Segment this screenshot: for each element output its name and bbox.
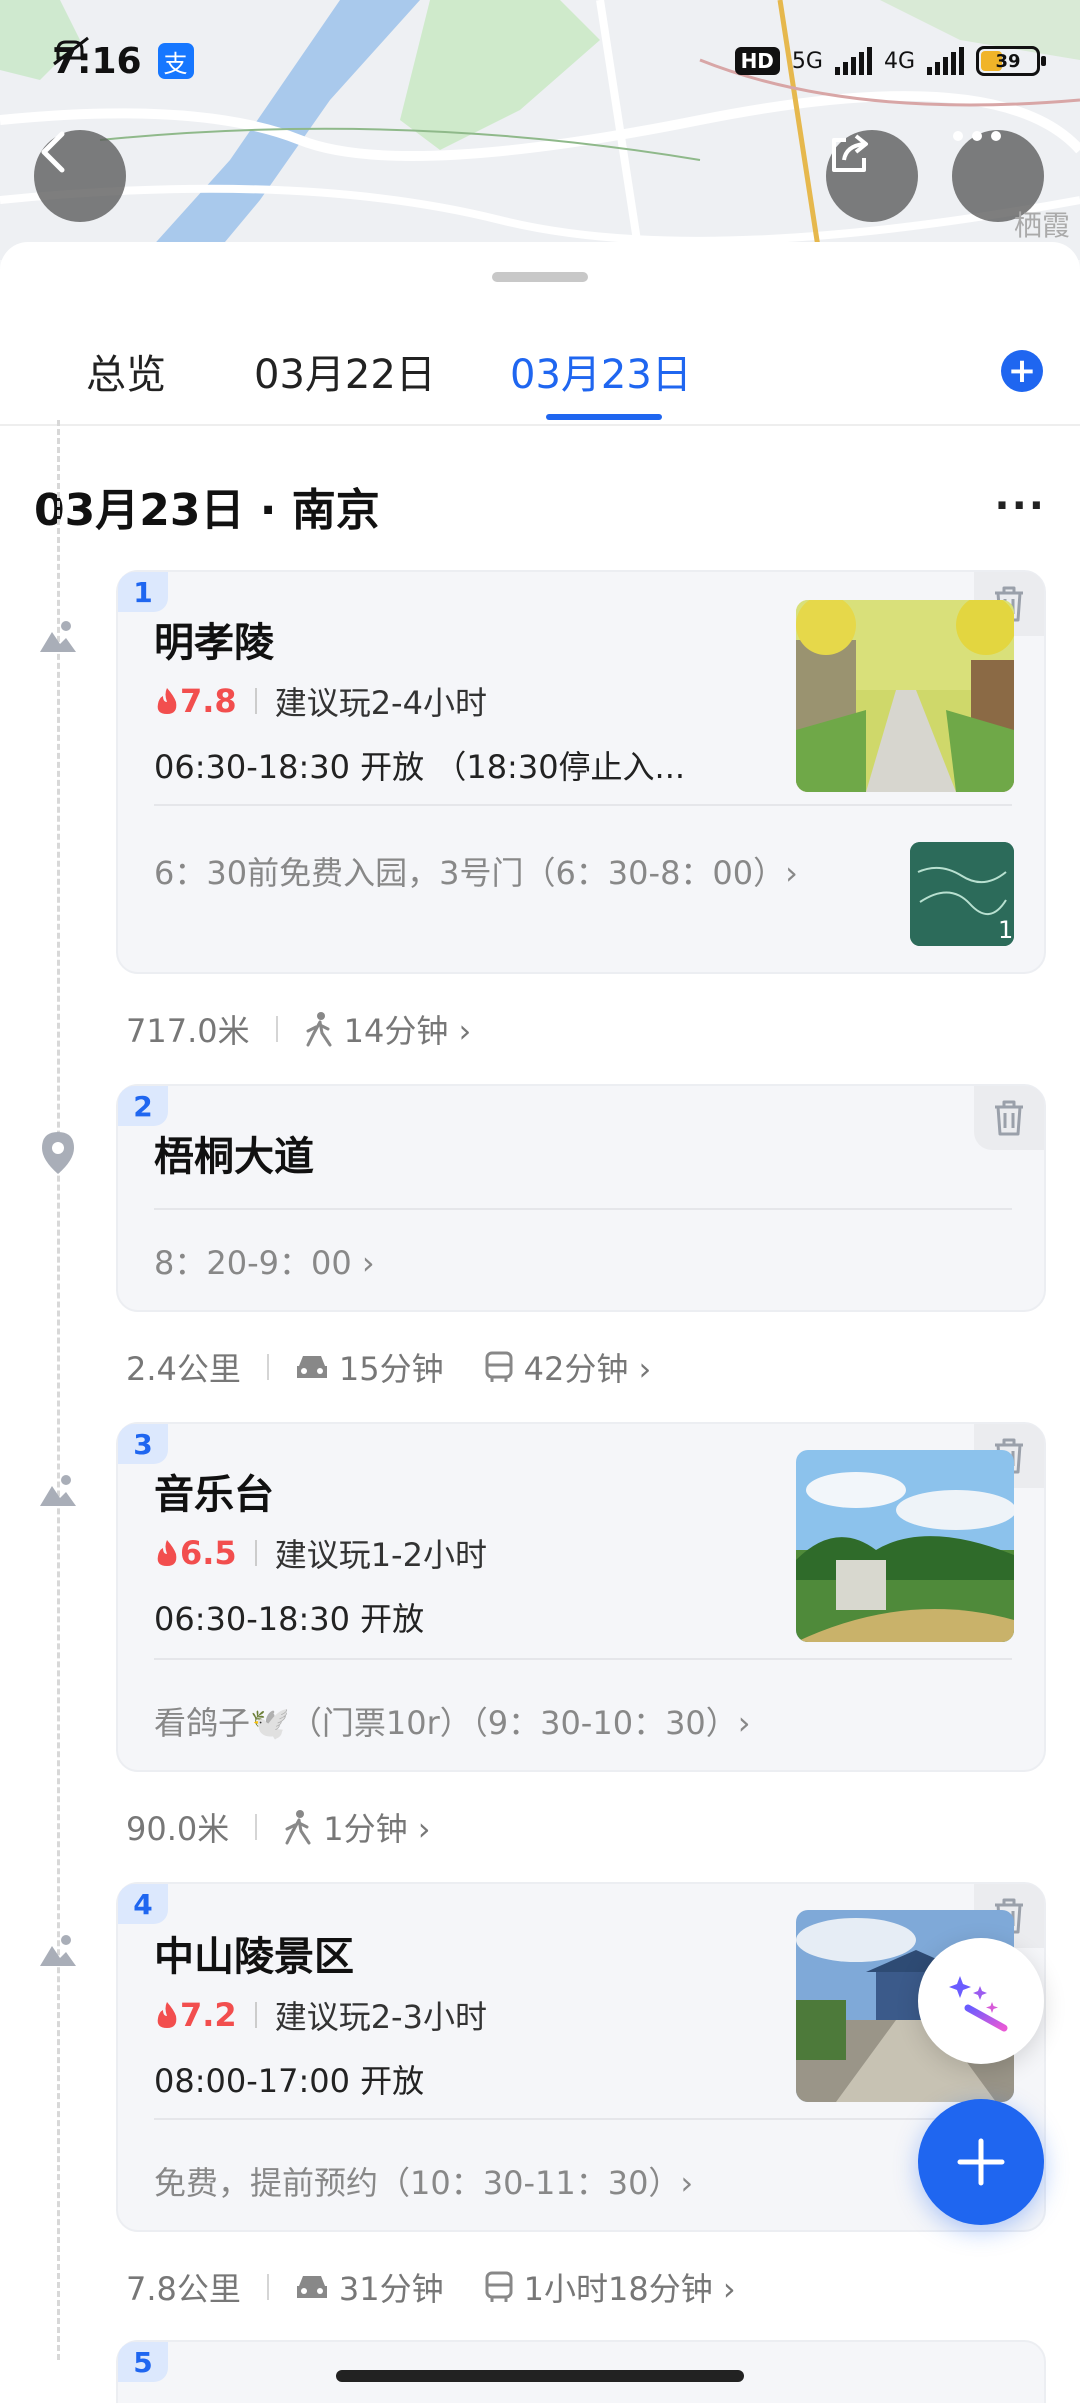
- scenery-icon: [40, 621, 76, 652]
- timeline-line: [57, 420, 60, 2360]
- poi-score: 7.8: [154, 682, 237, 720]
- net-5g-label: 5G: [791, 48, 823, 74]
- travel-bus-time: 1小时18分钟 ›: [523, 2270, 736, 2308]
- active-tab-indicator: [546, 414, 662, 420]
- ai-magic-button[interactable]: [918, 1938, 1044, 2064]
- poi-name: 明孝陵: [154, 620, 274, 666]
- poi-note[interactable]: 免费，提前预约（10：30-11：30）›: [154, 2158, 693, 2204]
- home-indicator[interactable]: [336, 2370, 744, 2382]
- note-image[interactable]: 1: [910, 842, 1014, 946]
- day-header: 03月23日 · 南京 ···: [34, 474, 1046, 538]
- travel-segment[interactable]: 2.4公里 15分钟 42分钟 ›: [126, 1344, 651, 1390]
- chevron-left-icon: [41, 131, 65, 173]
- poi-meta: 6.5 建议玩1-2小时: [154, 1530, 487, 1576]
- magic-wand-icon: [949, 1976, 1008, 2032]
- battery-icon: 39: [976, 46, 1046, 76]
- poi-photo[interactable]: [796, 600, 1014, 792]
- travel-walk-time: 14分钟 ›: [343, 1012, 472, 1050]
- poi-score: 7.2: [154, 1996, 237, 2034]
- travel-distance: 717.0米: [126, 1012, 250, 1050]
- travel-segment[interactable]: 7.8公里 31分钟 1小时18分钟 ›: [126, 2264, 736, 2310]
- signal-icon: [834, 47, 872, 75]
- mute-icon: [53, 36, 89, 66]
- travel-distance: 90.0米: [126, 1810, 230, 1848]
- tab-day-0322[interactable]: 03月22日: [254, 342, 436, 400]
- fire-icon: [157, 688, 177, 714]
- travel-distance: 2.4公里: [126, 1350, 241, 1388]
- poi-suggest: 建议玩2-4小时: [274, 684, 487, 722]
- travel-distance: 7.8公里: [126, 2270, 241, 2308]
- bus-icon: [485, 2271, 513, 2302]
- poi-note[interactable]: 8：20-9：00 ›: [154, 1238, 375, 1284]
- plus-icon: [957, 2138, 1005, 2186]
- poi-meta: 7.8 建议玩2-4小时: [154, 678, 487, 724]
- poi-note[interactable]: 6：30前免费入园，3号门（6：30-8：00）›: [154, 848, 798, 894]
- travel-segment[interactable]: 717.0米 14分钟 ›: [126, 1006, 471, 1052]
- back-button[interactable]: [34, 130, 126, 222]
- status-bar: 7:16 支 HD 5G 4G 39: [52, 36, 1046, 86]
- poi-score: 6.5: [154, 1534, 237, 1572]
- more-dots-icon: [953, 131, 1001, 141]
- plus-icon: +: [1007, 351, 1037, 391]
- poi-hours: 06:30-18:30 开放: [154, 1600, 425, 1638]
- poi-index-badge: 5: [118, 2342, 168, 2382]
- scenery-icon: [40, 1935, 76, 1966]
- poi-index-badge: 1: [118, 572, 168, 612]
- tab-overview[interactable]: 总览: [86, 342, 166, 400]
- poi-suggest: 建议玩1-2小时: [274, 1536, 487, 1574]
- poi-photo[interactable]: [796, 1450, 1014, 1642]
- poi-card[interactable]: 1 明孝陵 7.8 建议玩2-4小时 06:30-18:30 开放 （18:30…: [116, 570, 1046, 974]
- poi-card[interactable]: 3 音乐台 6.5 建议玩1-2小时 06:30-18:30 开放 看鸽子🕊️（…: [116, 1422, 1046, 1772]
- day-more-button[interactable]: ···: [994, 483, 1046, 529]
- poi-name: 音乐台: [154, 1472, 274, 1518]
- walk-icon: [306, 1012, 332, 1047]
- day-tabs: 总览 03月22日 03月23日: [0, 342, 1080, 426]
- hd-icon: HD: [734, 47, 780, 75]
- scenery-icon: [40, 1475, 76, 1506]
- alipay-badge-icon: 支: [157, 43, 194, 79]
- fire-icon: [157, 2002, 177, 2028]
- travel-segment[interactable]: 90.0米 1分钟 ›: [126, 1804, 431, 1850]
- map-view[interactable]: 7:16 支 HD 5G 4G 39 栖霞: [0, 0, 1080, 260]
- travel-drive-time: 15分钟: [338, 1350, 444, 1388]
- poi-note[interactable]: 看鸽子🕊️（门票10r）（9：30-10：30）›: [154, 1698, 751, 1744]
- delete-poi-button[interactable]: [974, 1086, 1044, 1150]
- travel-bus-time: 42分钟 ›: [523, 1350, 652, 1388]
- fire-icon: [157, 1540, 177, 1566]
- walk-icon: [285, 1810, 311, 1845]
- car-icon: [296, 2276, 327, 2298]
- poi-meta: 7.2 建议玩2-3小时: [154, 1992, 487, 2038]
- poi-name: 梧桐大道: [154, 1134, 314, 1180]
- poi-score-value: 7.2: [180, 1996, 237, 2034]
- note-image-count: 1: [998, 916, 1013, 944]
- poi-hours: 06:30-18:30 开放 （18:30停止入...: [154, 748, 686, 786]
- share-button[interactable]: [826, 130, 918, 222]
- poi-index-badge: 4: [118, 1884, 168, 1924]
- travel-drive-time: 31分钟: [338, 2270, 444, 2308]
- signal-icon-2: [927, 47, 964, 75]
- day-title: 03月23日 · 南京: [34, 485, 380, 536]
- location-pin-icon: [42, 1132, 74, 1174]
- tab-day-0323[interactable]: 03月23日: [510, 342, 692, 400]
- share-icon: [832, 134, 868, 172]
- poi-score-value: 6.5: [180, 1534, 237, 1572]
- car-icon: [296, 1356, 327, 1378]
- poi-index-badge: 2: [118, 1086, 168, 1126]
- poi-index-badge: 3: [118, 1424, 168, 1464]
- sheet-drag-handle[interactable]: [492, 272, 588, 282]
- poi-score-value: 7.8: [180, 682, 237, 720]
- trash-icon: [995, 1100, 1023, 1136]
- poi-hours: 08:00-17:00 开放: [154, 2062, 425, 2100]
- poi-card[interactable]: 2 梧桐大道 8：20-9：00 ›: [116, 1084, 1046, 1312]
- add-poi-button[interactable]: [918, 2099, 1044, 2225]
- add-day-button[interactable]: +: [1001, 350, 1043, 392]
- battery-level: 39: [995, 50, 1021, 72]
- bus-icon: [485, 1351, 513, 1382]
- poi-name: 中山陵景区: [154, 1934, 354, 1980]
- net-4g-label: 4G: [883, 48, 915, 74]
- poi-card[interactable]: 4 中山陵景区 7.2 建议玩2-3小时 08:00-17:00 开放 免费，提…: [116, 1882, 1046, 2232]
- travel-walk-time: 1分钟 ›: [323, 1810, 431, 1848]
- map-place-label: 栖霞: [1013, 209, 1070, 242]
- poi-suggest: 建议玩2-3小时: [274, 1998, 487, 2036]
